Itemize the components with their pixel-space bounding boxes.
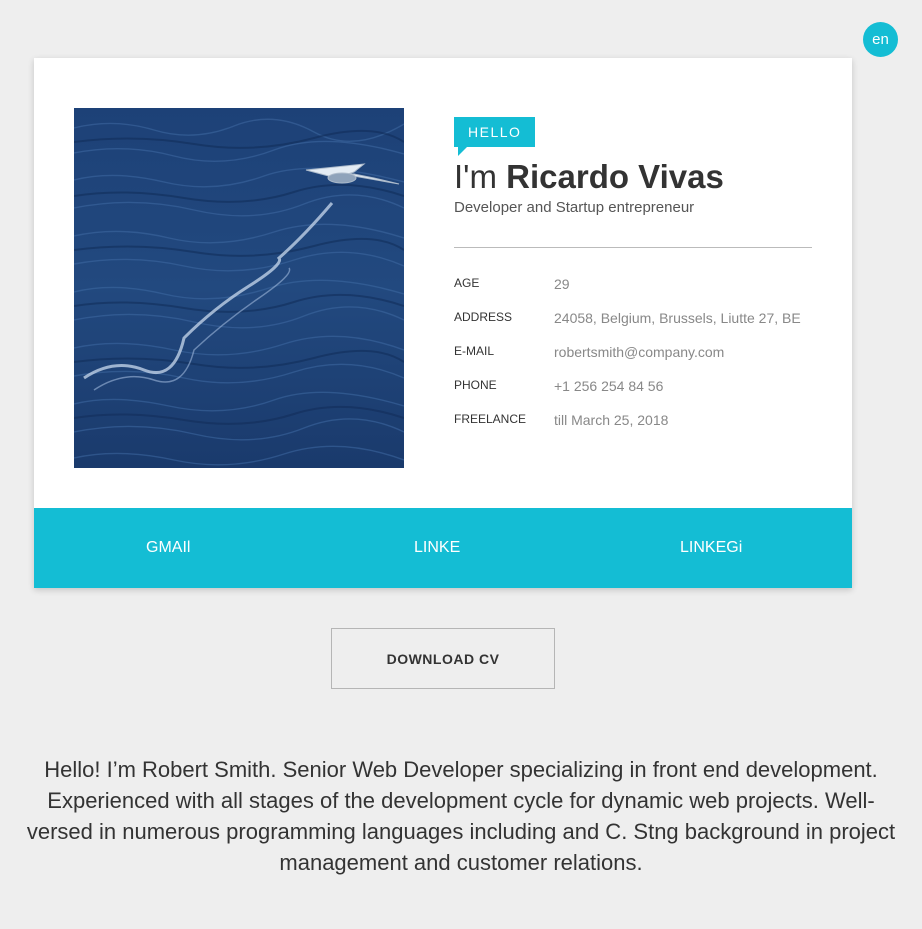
detail-row-email: E-MAIL robertsmith@company.com xyxy=(454,341,812,375)
about-line: management and customer relations. xyxy=(279,850,643,875)
detail-row-address: ADDRESS 24058, Belgium, Brussels, Liutte… xyxy=(454,307,812,341)
detail-value: 29 xyxy=(554,276,570,292)
language-switch-button[interactable]: en xyxy=(863,22,898,57)
detail-row-freelance: FREELANCE till March 25, 2018 xyxy=(454,409,812,443)
profile-info: HELLO I'm Ricardo Vivas Developer and St… xyxy=(454,117,812,443)
social-link-linkegi[interactable]: LINKEGi xyxy=(680,508,742,588)
about-line: Experienced with all stages of the devel… xyxy=(47,788,875,813)
hello-tag: HELLO xyxy=(454,117,536,156)
download-cv-button[interactable]: DOWNLOAD CV xyxy=(331,628,555,689)
detail-value: 24058, Belgium, Brussels, Liutte 27, BE xyxy=(554,310,801,326)
about-line: Hello! I’m Robert Smith. Senior Web Deve… xyxy=(44,757,878,782)
profile-tagline: Developer and Startup entrepreneur xyxy=(454,199,695,216)
detail-label: PHONE xyxy=(454,378,497,392)
detail-value: robertsmith@company.com xyxy=(554,344,725,360)
detail-label: E-MAIL xyxy=(454,344,495,358)
name-prefix: I'm xyxy=(454,158,507,195)
detail-value: till March 25, 2018 xyxy=(554,412,669,428)
social-link-linke[interactable]: LINKE xyxy=(414,508,460,588)
resume-page: en HELLO I'm Ricardo Vivas Developer and… xyxy=(0,0,922,929)
detail-label: FREELANCE xyxy=(454,412,527,426)
detail-row-age: AGE 29 xyxy=(454,273,812,307)
social-links-bar: GMAIl LINKE LINKEGi xyxy=(34,508,852,588)
detail-row-phone: PHONE +1 256 254 84 56 xyxy=(454,375,812,409)
ocean-flying-fish-image xyxy=(74,108,404,468)
detail-label: AGE xyxy=(454,276,480,290)
detail-label: ADDRESS xyxy=(454,310,513,324)
detail-value: +1 256 254 84 56 xyxy=(554,378,664,394)
details-list: AGE 29 ADDRESS 24058, Belgium, Brussels,… xyxy=(454,273,812,443)
about-line: versed in numerous programming languages… xyxy=(26,819,896,844)
profile-card: HELLO I'm Ricardo Vivas Developer and St… xyxy=(34,58,852,588)
name-text: Ricardo Vivas xyxy=(506,158,724,195)
profile-photo xyxy=(74,108,404,468)
about-text: Hello! I’m Robert Smith. Senior Web Deve… xyxy=(0,754,922,878)
profile-name: I'm Ricardo Vivas xyxy=(454,157,812,197)
divider xyxy=(454,247,812,248)
social-link-gmail[interactable]: GMAIl xyxy=(146,508,190,588)
